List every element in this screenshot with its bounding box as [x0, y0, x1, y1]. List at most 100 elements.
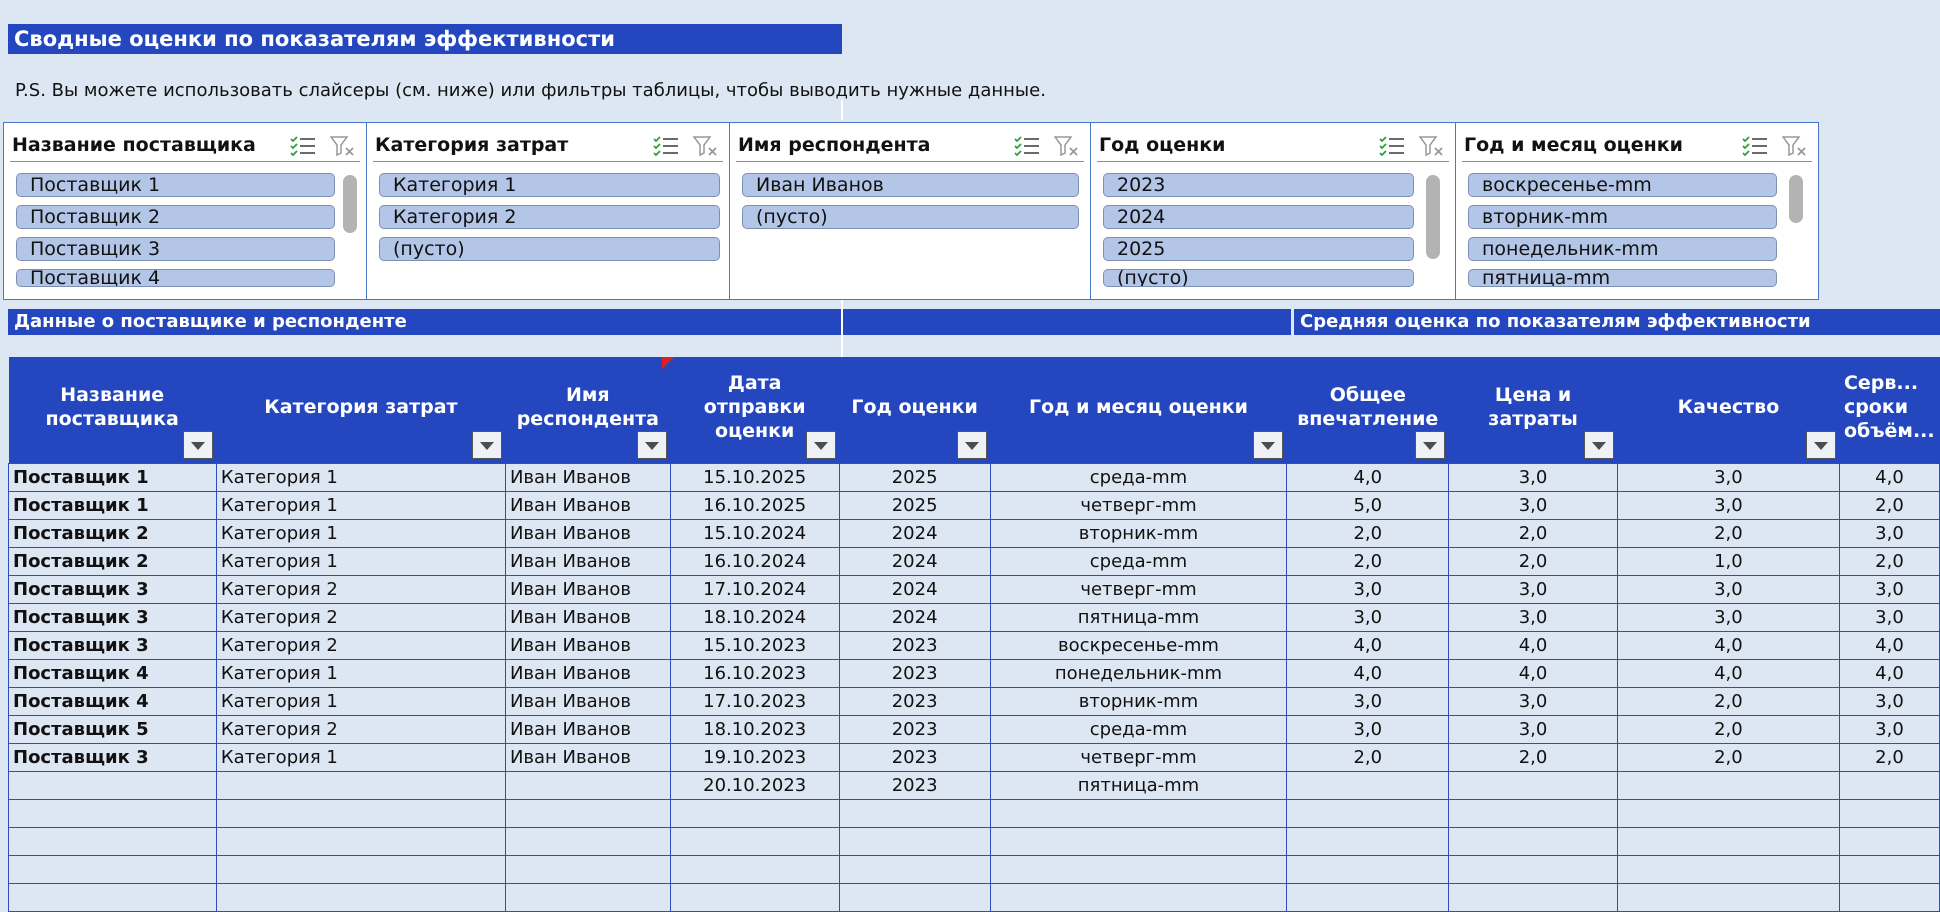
table-cell[interactable]: 2023: [838, 658, 991, 688]
table-cell[interactable]: 2024: [838, 546, 991, 576]
table-cell[interactable]: Иван Иванов: [504, 742, 671, 772]
slicer-item[interactable]: воскресенье-mm: [1468, 173, 1777, 197]
table-cell[interactable]: Поставщик 3: [8, 574, 217, 604]
slicer-respondent[interactable]: Имя респондента Иван Иванов (пусто): [729, 122, 1091, 300]
table-cell[interactable]: понедельник-mm: [989, 658, 1288, 688]
table-cell[interactable]: 2,0: [1286, 518, 1450, 548]
multi-select-icon[interactable]: [1742, 135, 1768, 157]
filter-dropdown-icon[interactable]: [1253, 430, 1284, 459]
table-cell[interactable]: 4,0: [1838, 462, 1940, 492]
table-cell[interactable]: 4,0: [1838, 658, 1940, 688]
table-cell[interactable]: [1616, 882, 1840, 912]
table-cell[interactable]: [669, 854, 840, 884]
table-cell[interactable]: 4,0: [1286, 462, 1450, 492]
table-cell[interactable]: [504, 854, 671, 884]
table-cell[interactable]: 16.10.2024: [669, 546, 840, 576]
table-cell[interactable]: [989, 798, 1288, 828]
table-cell[interactable]: [8, 826, 217, 856]
table-cell[interactable]: 2,0: [1616, 742, 1840, 772]
table-cell[interactable]: 3,0: [1448, 602, 1618, 632]
table-cell[interactable]: 2,0: [1448, 546, 1618, 576]
table-cell[interactable]: [1286, 770, 1450, 800]
table-cell[interactable]: 4,0: [1448, 658, 1618, 688]
table-cell[interactable]: Иван Иванов: [504, 574, 671, 604]
table-cell[interactable]: 16.10.2023: [669, 658, 840, 688]
table-cell[interactable]: [989, 826, 1288, 856]
table-cell[interactable]: вторник-mm: [989, 518, 1288, 548]
slicer-item[interactable]: Категория 2: [379, 205, 720, 229]
table-cell[interactable]: 2,0: [1838, 546, 1940, 576]
filter-dropdown-icon[interactable]: [636, 430, 667, 459]
table-cell[interactable]: 2,0: [1838, 490, 1940, 520]
table-cell[interactable]: [669, 826, 840, 856]
table-cell[interactable]: Категория 1: [215, 658, 506, 688]
table-cell[interactable]: [838, 826, 991, 856]
table-cell[interactable]: Поставщик 2: [8, 518, 217, 548]
clear-filter-icon[interactable]: [1054, 135, 1080, 157]
slicer-supplier[interactable]: Название поставщика Поставщик 1 Поставщи…: [3, 122, 367, 300]
slicer-year-month[interactable]: Год и месяц оценки воскресенье-mm вторни…: [1455, 122, 1819, 300]
table-cell[interactable]: [1616, 770, 1840, 800]
table-cell[interactable]: Поставщик 3: [8, 630, 217, 660]
slicer-item[interactable]: Иван Иванов: [742, 173, 1079, 197]
multi-select-icon[interactable]: [1014, 135, 1040, 157]
multi-select-icon[interactable]: [1379, 135, 1405, 157]
table-cell[interactable]: Поставщик 2: [8, 546, 217, 576]
table-cell[interactable]: [8, 882, 217, 912]
table-cell[interactable]: 15.10.2024: [669, 518, 840, 548]
table-cell[interactable]: [669, 798, 840, 828]
table-cell[interactable]: Иван Иванов: [504, 630, 671, 660]
table-cell[interactable]: 4,0: [1616, 658, 1840, 688]
table-cell[interactable]: 2024: [838, 518, 991, 548]
scrollbar[interactable]: [1426, 175, 1440, 259]
table-cell[interactable]: 2,0: [1838, 742, 1940, 772]
table-cell[interactable]: 4,0: [1616, 630, 1840, 660]
table-cell[interactable]: 3,0: [1448, 462, 1618, 492]
table-cell[interactable]: пятница-mm: [989, 770, 1288, 800]
slicer-item[interactable]: Поставщик 1: [16, 173, 335, 197]
table-cell[interactable]: 2,0: [1448, 742, 1618, 772]
table-cell[interactable]: 4,0: [1448, 630, 1618, 660]
table-cell[interactable]: [989, 854, 1288, 884]
filter-dropdown-icon[interactable]: [1415, 430, 1446, 459]
table-cell[interactable]: 17.10.2023: [669, 686, 840, 716]
table-cell[interactable]: 3,0: [1448, 686, 1618, 716]
table-cell[interactable]: 3,0: [1616, 490, 1840, 520]
table-cell[interactable]: 2,0: [1616, 518, 1840, 548]
slicer-item[interactable]: (пусто): [379, 237, 720, 261]
table-cell[interactable]: 3,0: [1448, 574, 1618, 604]
table-cell[interactable]: 19.10.2023: [669, 742, 840, 772]
slicer-item[interactable]: понедельник-mm: [1468, 237, 1777, 261]
filter-dropdown-icon[interactable]: [471, 430, 502, 459]
table-cell[interactable]: [838, 854, 991, 884]
table-cell[interactable]: Иван Иванов: [504, 714, 671, 744]
table-cell[interactable]: Категория 1: [215, 490, 506, 520]
table-cell[interactable]: четверг-mm: [989, 574, 1288, 604]
table-cell[interactable]: [8, 798, 217, 828]
table-cell[interactable]: 2,0: [1286, 742, 1450, 772]
table-cell[interactable]: [1286, 798, 1450, 828]
table-cell[interactable]: [838, 882, 991, 912]
table-cell[interactable]: 3,0: [1448, 490, 1618, 520]
slicer-item[interactable]: Поставщик 3: [16, 237, 335, 261]
table-cell[interactable]: 2,0: [1286, 546, 1450, 576]
table-cell[interactable]: среда-mm: [989, 546, 1288, 576]
table-cell[interactable]: [504, 770, 671, 800]
table-cell[interactable]: 2,0: [1448, 518, 1618, 548]
table-cell[interactable]: Поставщик 1: [8, 490, 217, 520]
table-cell[interactable]: [215, 882, 506, 912]
table-cell[interactable]: [1616, 854, 1840, 884]
table-cell[interactable]: 3,0: [1838, 686, 1940, 716]
table-cell[interactable]: 18.10.2024: [669, 602, 840, 632]
table-cell[interactable]: [1448, 854, 1618, 884]
slicer-item[interactable]: (пусто): [1103, 269, 1414, 287]
table-cell[interactable]: 17.10.2024: [669, 574, 840, 604]
table-cell[interactable]: 2024: [838, 574, 991, 604]
table-cell[interactable]: 1,0: [1616, 546, 1840, 576]
table-cell[interactable]: [8, 854, 217, 884]
filter-dropdown-icon[interactable]: [182, 430, 213, 459]
scrollbar[interactable]: [343, 175, 357, 233]
table-cell[interactable]: 2,0: [1616, 714, 1840, 744]
table-cell[interactable]: 18.10.2023: [669, 714, 840, 744]
slicer-item[interactable]: 2023: [1103, 173, 1414, 197]
